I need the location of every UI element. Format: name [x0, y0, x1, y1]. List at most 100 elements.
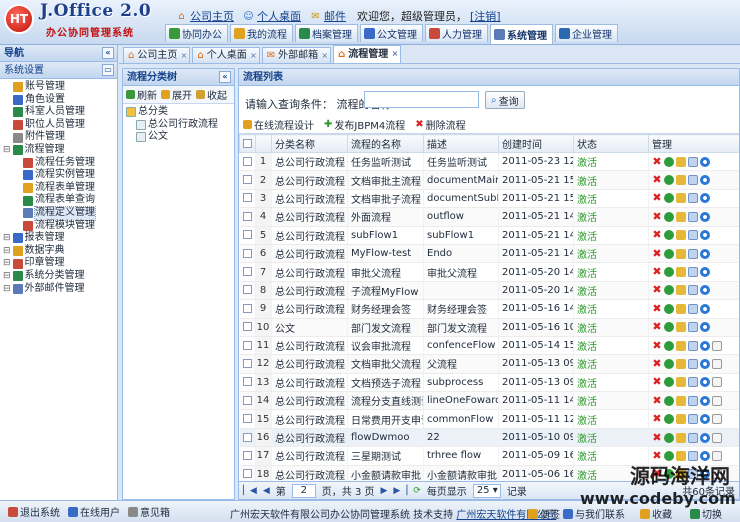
process-name-input[interactable] [364, 91, 479, 108]
row-checkbox[interactable] [242, 469, 252, 479]
category-node-0[interactable]: 总分类 [126, 106, 234, 119]
link-company-home[interactable]: 公司主页 [190, 8, 234, 24]
note-button[interactable]: 便签 [528, 506, 560, 521]
row-checkbox[interactable] [242, 377, 252, 387]
nav-item-2[interactable]: 角色设置 [3, 94, 117, 107]
view-icon[interactable] [688, 395, 698, 406]
flowchart-icon[interactable] [712, 358, 722, 369]
flowchart-icon[interactable] [712, 377, 722, 388]
table-row[interactable]: 3总公司行政流程文档审批子流程documentSubFlow2011-05-21… [239, 189, 739, 209]
toggle-icon[interactable]: ⊟ [3, 257, 11, 270]
description-header[interactable]: 描述 [423, 134, 499, 153]
delete-row-icon[interactable]: ✖ [652, 284, 662, 295]
view-icon[interactable] [688, 193, 698, 204]
close-tab-icon[interactable]: × [321, 48, 328, 63]
delete-row-icon[interactable]: ✖ [652, 376, 662, 387]
edit-icon[interactable] [676, 432, 686, 443]
category-node-1[interactable]: 总公司行政流程 [126, 119, 234, 132]
toggle-icon[interactable]: ⊟ [3, 283, 11, 296]
nav-item-17[interactable]: ⊟ 外部邮件管理 [3, 283, 117, 296]
next-page-icon[interactable]: ▶ [381, 486, 388, 496]
table-row[interactable]: 13总公司行政流程文档预选子流程subprocess2011-05-13 09:… [239, 373, 739, 393]
edit-icon[interactable] [676, 156, 686, 167]
table-row[interactable]: 5总公司行政流程subFlow1subFlow12011-05-21 14:30… [239, 226, 739, 245]
settings-icon[interactable] [664, 285, 674, 296]
config-icon[interactable] [700, 414, 710, 425]
row-select-cell[interactable] [239, 170, 256, 190]
row-select-cell[interactable] [239, 336, 256, 356]
module-tab-1[interactable]: 我的流程 [230, 24, 293, 42]
row-select-cell[interactable] [239, 244, 256, 264]
delete-row-icon[interactable]: ✖ [652, 303, 662, 314]
row-checkbox[interactable] [242, 322, 252, 332]
row-select-cell[interactable] [239, 354, 256, 374]
module-tab-2[interactable]: 档案管理 [295, 24, 358, 42]
name-header[interactable]: 流程的名称 [347, 134, 424, 153]
toggle-icon[interactable]: ⊟ [3, 270, 11, 283]
module-tab-3[interactable]: 公文管理 [360, 24, 423, 42]
search-button[interactable]: ⌕ 查询 [485, 91, 525, 109]
table-row[interactable]: 4总公司行政流程外面流程outflow2011-05-21 14:46:激活✖ [239, 207, 739, 227]
nav-item-12[interactable]: 流程模块管理 [3, 220, 117, 233]
flowchart-icon[interactable] [712, 395, 722, 406]
favorite-button[interactable]: 收藏 [640, 506, 672, 521]
view-icon[interactable] [688, 267, 698, 278]
row-checkbox[interactable] [242, 303, 252, 313]
content-tab-3[interactable]: ⌂ 流程管理 × [333, 45, 402, 63]
nav-item-5[interactable]: 附件管理 [3, 131, 117, 144]
config-icon[interactable] [700, 322, 710, 333]
nav-item-4[interactable]: 职位人员管理 [3, 119, 117, 132]
suggestion-box-button[interactable]: 意见箱 [128, 504, 170, 519]
edit-icon[interactable] [676, 322, 686, 333]
edit-icon[interactable] [676, 340, 686, 351]
table-row[interactable]: 12总公司行政流程文档审批父流程父流程2011-05-13 09:10:激活✖ [239, 354, 739, 374]
flowchart-icon[interactable] [712, 340, 722, 351]
module-tab-0[interactable]: 协同办公 [165, 24, 228, 42]
table-row[interactable]: 10公文部门发文流程部门发文流程2011-05-16 10:55:激活✖ [239, 318, 739, 337]
row-select-cell[interactable] [239, 446, 256, 466]
settings-icon[interactable] [664, 340, 674, 351]
logout-link[interactable]: [注销] [470, 8, 501, 24]
delete-row-icon[interactable]: ✖ [652, 358, 662, 369]
row-checkbox[interactable] [242, 230, 252, 240]
logout-system-button[interactable]: 退出系统 [8, 504, 60, 519]
select-all-checkbox[interactable] [243, 138, 252, 148]
settings-icon[interactable] [664, 193, 674, 204]
close-tab-icon[interactable]: × [392, 46, 399, 61]
view-icon[interactable] [688, 285, 698, 296]
settings-icon[interactable] [664, 377, 674, 388]
config-icon[interactable] [700, 193, 710, 204]
delete-row-icon[interactable]: ✖ [652, 192, 662, 203]
config-icon[interactable] [700, 211, 710, 222]
config-icon[interactable] [700, 267, 710, 278]
row-checkbox[interactable] [242, 432, 252, 442]
view-icon[interactable] [688, 377, 698, 388]
module-tab-6[interactable]: 企业管理 [555, 24, 618, 42]
nav-item-11[interactable]: 流程定义管理 [3, 205, 117, 221]
row-select-cell[interactable] [239, 391, 256, 411]
nav-item-3[interactable]: 科室人员管理 [3, 106, 117, 119]
refresh-button[interactable]: 刷新 [126, 87, 157, 102]
per-page-select[interactable]: 25 ▾ [472, 483, 501, 498]
view-icon[interactable] [688, 248, 698, 259]
row-select-cell[interactable] [239, 207, 256, 227]
close-tab-icon[interactable]: × [181, 48, 188, 63]
flowchart-icon[interactable] [712, 432, 722, 443]
link-mail[interactable]: 邮件 [324, 8, 346, 24]
row-checkbox[interactable] [242, 175, 252, 185]
table-row[interactable]: 7总公司行政流程审批父流程审批父流程2011-05-20 14:48:激活✖ [239, 262, 739, 282]
settings-icon[interactable] [664, 211, 674, 222]
view-icon[interactable] [688, 156, 698, 167]
category-header[interactable]: 分类名称 [271, 134, 348, 153]
view-icon[interactable] [688, 175, 698, 186]
toggle-icon[interactable]: ⊟ [3, 232, 11, 245]
nav-item-1[interactable]: 账号管理 [3, 81, 117, 94]
toggle-icon[interactable]: ⊟ [3, 245, 11, 258]
flowchart-icon[interactable] [712, 414, 722, 425]
collapse-category-icon[interactable]: « [219, 71, 231, 83]
table-row[interactable]: 6总公司行政流程MyFlow-testEndo2011-05-21 14:30:… [239, 244, 739, 264]
row-select-cell[interactable] [239, 189, 256, 209]
nav-item-13[interactable]: ⊟ 报表管理 [3, 232, 117, 245]
row-checkbox[interactable] [242, 340, 252, 350]
settings-icon[interactable] [664, 432, 674, 443]
